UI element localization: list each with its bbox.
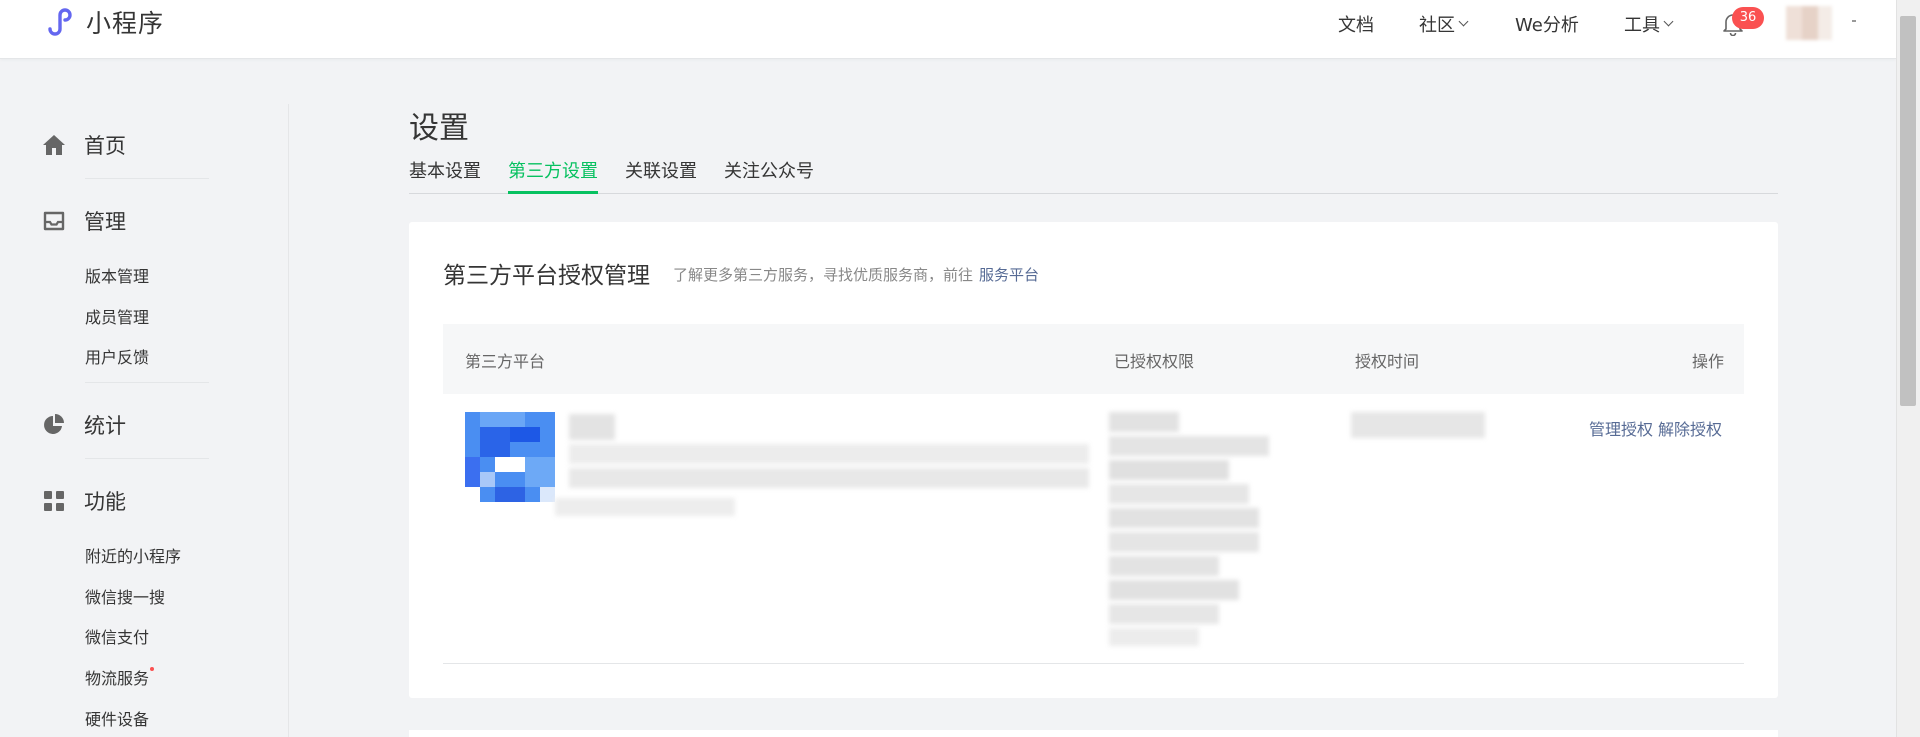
sidebar-subitem-members[interactable]: 成员管理 — [85, 304, 149, 328]
auth-time-redacted — [1351, 412, 1485, 438]
permissions-redacted-2 — [1109, 436, 1269, 456]
row-divider — [443, 663, 1744, 664]
third-party-auth-card: 第三方平台授权管理 了解更多第三方服务，寻找优质服务商，前往 服务平台 第三方平台… — [409, 222, 1778, 698]
nav-community[interactable]: 社区 — [1419, 0, 1469, 48]
next-card — [409, 730, 1778, 737]
sidebar-item-stats[interactable]: 统计 — [42, 410, 126, 440]
revoke-auth-link[interactable]: 解除授权 — [1658, 416, 1722, 440]
chevron-down-icon — [1458, 16, 1469, 27]
tab-basic[interactable]: 基本设置 — [409, 160, 481, 194]
permissions-redacted — [1109, 412, 1179, 432]
tab-follow-account[interactable]: 关注公众号 — [724, 160, 814, 194]
sidebar-item-label: 首页 — [84, 134, 126, 158]
card-title: 第三方平台授权管理 — [443, 263, 650, 289]
avatar-menu-indicator — [1852, 20, 1856, 22]
nav-community-label: 社区 — [1419, 15, 1455, 36]
platform-logo — [465, 412, 555, 502]
sidebar-subitem-search[interactable]: 微信搜一搜 — [85, 584, 165, 608]
sidebar-subitem-hardware[interactable]: 硬件设备 — [85, 706, 149, 730]
permissions-redacted-10 — [1109, 628, 1199, 646]
nav-analytics[interactable]: We分析 — [1515, 0, 1579, 48]
permissions-redacted-9 — [1109, 604, 1219, 624]
sidebar-divider — [288, 104, 289, 737]
column-header-auth-time: 授权时间 — [1355, 352, 1420, 371]
top-header: 小程序 文档 社区 We分析 工具 36 — [0, 0, 1896, 59]
new-dot-indicator — [150, 667, 155, 671]
sidebar-item-manage[interactable]: 管理 — [42, 206, 126, 236]
notification-badge: 36 — [1732, 7, 1764, 29]
platform-description-redacted-line3 — [555, 498, 735, 516]
divider — [85, 458, 209, 459]
divider — [85, 178, 209, 179]
sidebar-subitem-feedback[interactable]: 用户反馈 — [85, 344, 149, 368]
tab-third-party[interactable]: 第三方设置 — [508, 160, 598, 194]
sidebar-subitem-logistics[interactable]: 物流服务 — [85, 665, 155, 689]
sidebar-item-features[interactable]: 功能 — [42, 486, 126, 516]
page-title: 设置 — [409, 111, 469, 146]
settings-tabs: 基本设置 第三方设置 关联设置 关注公众号 — [409, 160, 1778, 194]
nav-analytics-label: We分析 — [1515, 15, 1579, 36]
tab-association[interactable]: 关联设置 — [625, 160, 697, 194]
nav-tools-label: 工具 — [1624, 15, 1660, 36]
card-description-text: 了解更多第三方服务，寻找优质服务商，前往 — [673, 266, 974, 284]
permissions-redacted-3 — [1109, 460, 1229, 480]
sidebar-subitem-versions[interactable]: 版本管理 — [85, 263, 149, 287]
home-icon — [42, 133, 66, 157]
pie-chart-icon — [42, 413, 66, 437]
permissions-redacted-4 — [1109, 484, 1249, 504]
platform-name-redacted — [569, 414, 615, 440]
sidebar-subitem-nearby[interactable]: 附近的小程序 — [85, 543, 181, 567]
column-header-permissions: 已授权权限 — [1114, 352, 1195, 371]
permissions-redacted-5 — [1109, 508, 1259, 528]
nav-docs[interactable]: 文档 — [1338, 0, 1374, 48]
avatar[interactable] — [1786, 6, 1832, 40]
sidebar-subitem-pay[interactable]: 微信支付 — [85, 624, 149, 648]
inbox-icon — [42, 209, 66, 233]
service-platform-link[interactable]: 服务平台 — [979, 266, 1039, 284]
manage-auth-link[interactable]: 管理授权 — [1589, 416, 1653, 440]
permissions-redacted-7 — [1109, 556, 1219, 576]
nav-tools[interactable]: 工具 — [1624, 0, 1674, 48]
scrollbar-thumb[interactable] — [1900, 16, 1916, 406]
sidebar-item-label: 功能 — [84, 490, 126, 514]
sidebar-item-label: 统计 — [84, 414, 126, 438]
card-description: 了解更多第三方服务，寻找优质服务商，前往 服务平台 — [673, 264, 1039, 285]
grid-icon — [42, 489, 66, 513]
platform-description-redacted — [569, 444, 1089, 464]
mini-program-logo-icon — [48, 8, 72, 36]
column-header-platform: 第三方平台 — [465, 352, 546, 371]
sidebar-subitem-label: 物流服务 — [85, 669, 150, 688]
permissions-redacted-6 — [1109, 532, 1259, 552]
platform-description-redacted-line2 — [569, 468, 1089, 488]
sidebar-item-home[interactable]: 首页 — [42, 130, 126, 160]
table-header: 第三方平台 已授权权限 授权时间 操作 — [443, 324, 1744, 394]
chevron-down-icon — [1663, 16, 1674, 27]
permissions-redacted-8 — [1109, 580, 1239, 600]
divider — [85, 382, 209, 383]
sidebar-item-label: 管理 — [84, 210, 126, 234]
column-header-actions: 操作 — [1691, 352, 1724, 371]
nav-docs-label: 文档 — [1338, 15, 1374, 36]
brand-name: 小程序 — [86, 9, 165, 38]
logo[interactable]: 小程序 — [42, 4, 164, 40]
